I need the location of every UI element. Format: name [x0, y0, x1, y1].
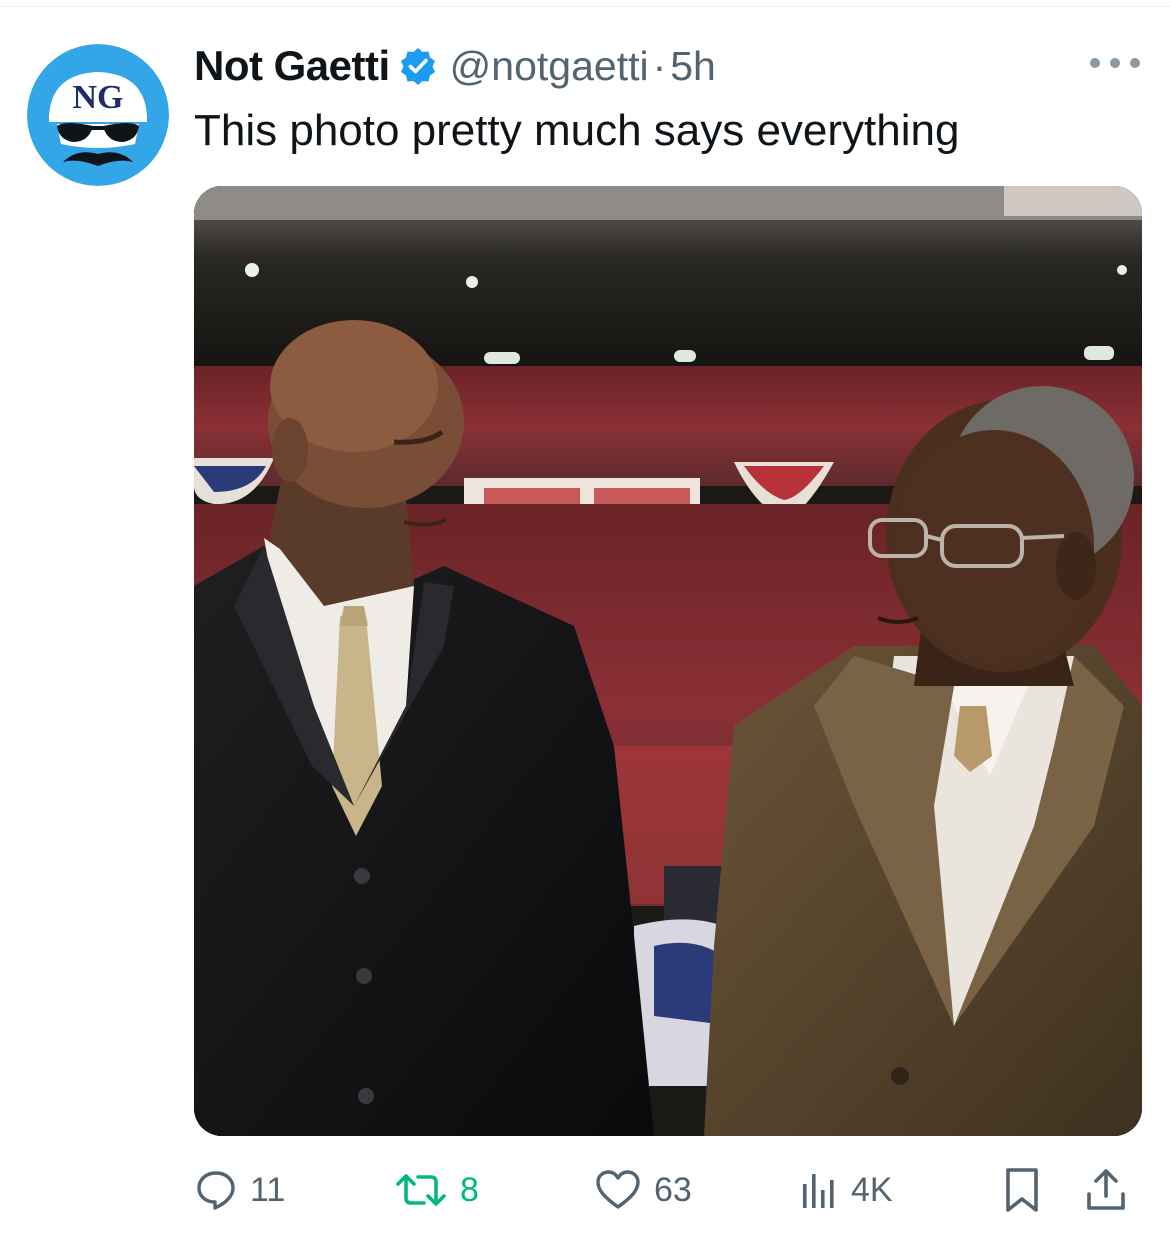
top-divider	[0, 6, 1170, 7]
verified-badge-icon	[398, 46, 438, 86]
tweet-photo[interactable]	[194, 186, 1142, 1136]
tweet-timestamp[interactable]: 5h	[670, 43, 716, 90]
views-button[interactable]: 4K	[799, 1160, 893, 1220]
author-handle[interactable]: @notgaetti	[450, 43, 649, 90]
tweet-text: This photo pretty much says everything	[194, 106, 960, 155]
avatar-image: NG	[27, 44, 169, 186]
avatar[interactable]: NG	[27, 44, 169, 186]
tweet-header: Not Gaetti @notgaetti · 5h	[194, 40, 716, 92]
like-count: 63	[654, 1170, 692, 1209]
separator-dot: ·	[652, 42, 667, 89]
share-button[interactable]	[1084, 1160, 1128, 1220]
like-button[interactable]: 63	[594, 1160, 692, 1220]
share-icon	[1087, 1169, 1125, 1210]
avatar-initials: NG	[73, 79, 124, 116]
heart-icon	[596, 1170, 640, 1209]
retweet-icon	[396, 1174, 446, 1206]
retweet-count: 8	[460, 1170, 479, 1209]
tweet-action-bar: 11 8 63 4K	[194, 1160, 1142, 1220]
bookmark-button[interactable]	[1002, 1160, 1042, 1220]
views-count: 4K	[851, 1170, 893, 1209]
reply-button[interactable]: 11	[194, 1160, 285, 1220]
author-display-name[interactable]: Not Gaetti	[194, 42, 390, 90]
views-chart-icon	[803, 1174, 834, 1208]
more-options-icon[interactable]	[1090, 48, 1140, 78]
reply-count: 11	[250, 1170, 286, 1209]
bookmark-icon	[1006, 1168, 1038, 1212]
reply-icon	[197, 1171, 235, 1210]
retweet-button[interactable]: 8	[394, 1160, 479, 1220]
